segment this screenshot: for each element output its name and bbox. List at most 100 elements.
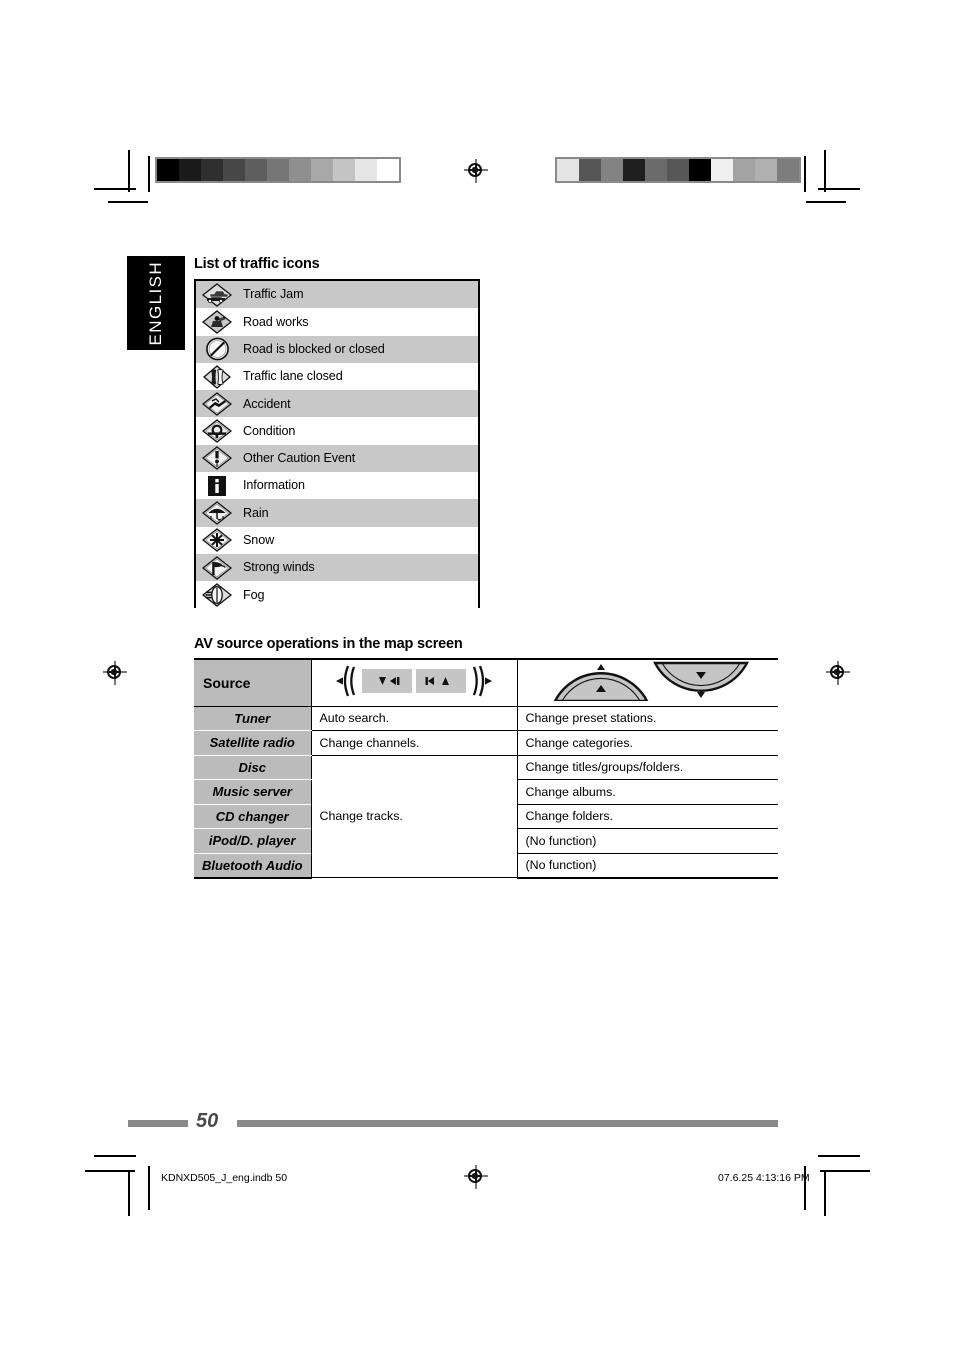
traffic-icon-label: Traffic Jam <box>243 287 304 302</box>
footer-timestamp: 07.6.25 4:13:16 PM <box>718 1172 810 1184</box>
av-column-header-updown-rocker <box>516 658 778 707</box>
crop-mark-tr-vertical-2 <box>804 156 806 192</box>
av-cell-updown-action: Change titles/groups/folders. <box>516 755 778 780</box>
av-section-heading: AV source operations in the map screen <box>194 636 463 652</box>
gray-patch-swatch <box>623 159 645 181</box>
av-cell-track-action-merged: Change tracks. <box>310 755 517 878</box>
gray-step-swatch <box>289 159 311 181</box>
grayscale-calibration-bar-left <box>155 157 401 183</box>
av-cell-updown-action: Change categories. <box>516 730 778 756</box>
av-source-label: Tuner <box>194 706 311 731</box>
av-cell-updown-action: Change folders. <box>516 804 778 829</box>
traffic-icon-label: Accident <box>243 396 291 411</box>
av-column-header-source: Source <box>194 658 311 707</box>
av-source-label: Satellite radio <box>194 730 311 756</box>
gray-patch-swatch <box>689 159 711 181</box>
traffic-icon-row: Road works <box>196 308 478 336</box>
av-table-row: Disc Change tracks. Change titles/groups/f… <box>194 755 778 878</box>
registration-mark-right-middle <box>826 661 850 685</box>
av-cell-updown-action: Change preset stations. <box>516 706 778 731</box>
traffic-icon-label: Other Caution Event <box>243 451 356 466</box>
gray-step-swatch <box>377 159 399 181</box>
crop-mark-bl-horizontal <box>94 1155 136 1157</box>
grayscale-calibration-bar-right <box>555 157 801 183</box>
traffic-icon-row: Condition <box>196 417 478 445</box>
traffic-icon-label: Road is blocked or closed <box>243 341 385 356</box>
updown-rocker-button-icon <box>552 662 749 703</box>
traffic-icon-label: Information <box>243 478 305 493</box>
gray-step-swatch <box>333 159 355 181</box>
snow-icon <box>200 528 234 553</box>
traffic-icon-row: Traffic Jam <box>196 281 478 309</box>
traffic-icon-label: Strong winds <box>243 560 315 575</box>
accident-icon <box>200 392 234 416</box>
fog-icon <box>200 583 234 607</box>
gray-patch-swatch <box>645 159 667 181</box>
traffic-icon-row: Snow <box>196 526 478 554</box>
traffic-icon-row: Accident <box>196 390 478 418</box>
av-table-row: Satellite radio Change channels. Change ca… <box>194 730 778 756</box>
av-cell-updown-action: Change albums. <box>516 779 778 805</box>
footer-source-file: KDNXD505_J_eng.indb 50 <box>161 1172 288 1184</box>
road-works-icon <box>200 310 234 334</box>
av-cell-updown-action: (No function) <box>516 853 778 879</box>
gray-patch-swatch <box>601 159 623 181</box>
av-cell-track-action: Change channels. <box>310 730 517 756</box>
av-source-label: Music server <box>194 779 311 805</box>
gray-patch-swatch <box>711 159 733 181</box>
av-column-header-track-rocker <box>310 658 517 707</box>
lane-closed-icon <box>200 364 234 389</box>
crop-mark-tr-vertical <box>824 150 826 192</box>
av-source-operations-table: Source Tuner Auto search. Change preset st… <box>194 658 778 879</box>
crop-mark-br-horizontal <box>818 1155 860 1157</box>
language-side-tab-label: ENGLISH <box>146 260 165 346</box>
gray-patch-swatch <box>777 159 799 181</box>
track-rocker-button-icon <box>336 665 492 697</box>
crop-mark-bl-vertical-2 <box>148 1166 150 1210</box>
crop-mark-tl-horizontal-2 <box>108 201 148 203</box>
gray-step-swatch <box>267 159 289 181</box>
condition-icon <box>200 419 234 443</box>
gray-step-swatch <box>245 159 267 181</box>
gray-patch-swatch <box>733 159 755 181</box>
footer-bar-left <box>128 1120 188 1127</box>
av-table-header-row: Source <box>194 658 778 707</box>
language-side-tab: ENGLISH <box>127 256 185 350</box>
av-source-label: Bluetooth Audio <box>194 853 311 879</box>
av-cell-track-action: Auto search. <box>310 706 517 731</box>
traffic-icons-table: Traffic Jam Road works Road is blocked o… <box>194 279 480 609</box>
traffic-icon-label: Snow <box>243 533 275 548</box>
traffic-icon-row: Rain <box>196 499 478 527</box>
traffic-icon-label: Fog <box>243 587 265 602</box>
crop-mark-tr-horizontal <box>818 188 860 190</box>
gray-patch-swatch <box>667 159 689 181</box>
crop-mark-tr-horizontal-2 <box>806 201 846 203</box>
gray-step-swatch <box>311 159 333 181</box>
gray-patch-swatch <box>557 159 579 181</box>
av-source-label: CD changer <box>194 804 311 829</box>
traffic-section-heading: List of traffic icons <box>194 256 320 272</box>
traffic-icon-row: Other Caution Event <box>196 444 478 473</box>
av-cell-updown-action: (No function) <box>516 828 778 854</box>
strong-winds-icon <box>200 555 234 580</box>
crop-mark-bl-vertical <box>128 1172 130 1216</box>
traffic-icon-row: Traffic lane closed <box>196 362 478 391</box>
rain-icon <box>200 501 234 525</box>
traffic-icon-label: Condition <box>243 423 296 438</box>
registration-mark-left-middle <box>103 661 127 685</box>
traffic-icon-row: Fog <box>196 581 478 609</box>
footer-bar-right <box>237 1120 778 1127</box>
gray-patch-swatch <box>579 159 601 181</box>
crop-mark-br-vertical <box>824 1172 826 1216</box>
traffic-icon-row: Road is blocked or closed <box>196 335 478 363</box>
gray-step-swatch <box>179 159 201 181</box>
traffic-icon-row: Strong winds <box>196 553 478 582</box>
traffic-icon-label: Traffic lane closed <box>243 369 343 384</box>
registration-mark-top-center <box>464 159 488 183</box>
crop-mark-tl-horizontal <box>94 188 136 190</box>
gray-patch-swatch <box>755 159 777 181</box>
other-caution-icon <box>200 446 234 471</box>
registration-mark-bottom-center <box>464 1165 488 1189</box>
av-table-row: Tuner Auto search. Change preset stations. <box>194 706 778 731</box>
information-icon <box>200 474 234 498</box>
